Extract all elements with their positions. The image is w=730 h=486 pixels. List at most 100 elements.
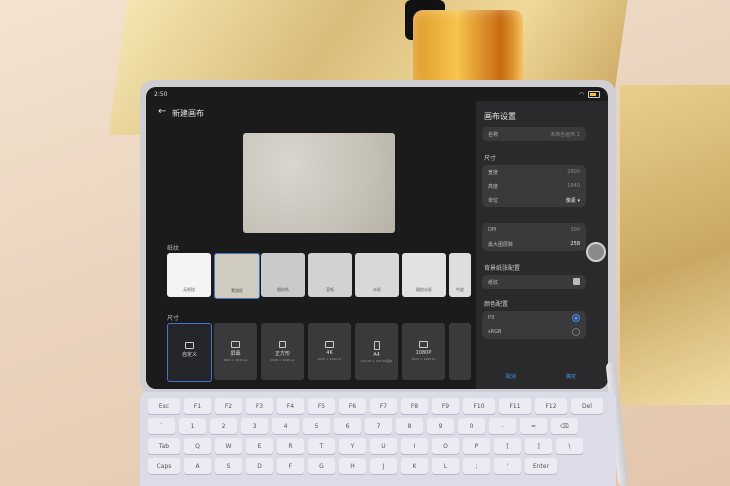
- size-label: 自定义: [181, 352, 197, 358]
- keyboard-key[interactable]: T: [308, 438, 335, 454]
- keyboard-key[interactable]: 4: [272, 418, 299, 434]
- size-option[interactable]: 4K 4096 × 2160 px: [308, 323, 351, 380]
- color-option-srgb[interactable]: sRGB: [482, 325, 586, 339]
- keyboard-key[interactable]: F10: [463, 398, 495, 414]
- keyboard-key[interactable]: F11: [499, 398, 531, 414]
- size-option-selected[interactable]: 自定义: [167, 323, 212, 382]
- keyboard-key[interactable]: F9: [432, 398, 459, 414]
- dpi-label: DPI: [488, 227, 497, 233]
- keyboard-key[interactable]: Q: [184, 438, 211, 454]
- size-option[interactable]: A4 210.00 × 297.00毫米: [355, 323, 398, 380]
- keyboard-key[interactable]: 6: [334, 418, 361, 434]
- cancel-button[interactable]: 取消: [506, 373, 516, 380]
- keyboard-key[interactable]: J: [370, 458, 397, 474]
- texture-option-selected[interactable]: 素描纸: [214, 253, 260, 299]
- keyboard-key[interactable]: ;: [463, 458, 490, 474]
- keyboard-key[interactable]: I: [401, 438, 428, 454]
- texture-option[interactable]: 水彩: [355, 253, 399, 297]
- color-option-p3[interactable]: P3: [482, 311, 586, 325]
- size-option[interactable]: 1080P 1920 × 1080 px: [402, 323, 445, 380]
- keyboard-key[interactable]: 5: [303, 418, 330, 434]
- dpi-row[interactable]: DPI 300: [482, 223, 586, 237]
- width-row[interactable]: 宽度 2800: [482, 165, 586, 179]
- radio-icon[interactable]: [572, 328, 580, 336]
- texture-option[interactable]: 牛皮: [449, 253, 471, 297]
- size-dimensions: 4096 × 2160 px: [317, 357, 342, 361]
- texture-option[interactable]: 无纸纹: [167, 253, 211, 297]
- keyboard-key[interactable]: W: [215, 438, 242, 454]
- keyboard-key[interactable]: -: [489, 418, 516, 434]
- keyboard-key[interactable]: 2: [210, 418, 237, 434]
- texture-option[interactable]: 粗纹纸: [261, 253, 305, 297]
- size-dimensions: 2048 × 2048 px: [270, 358, 295, 362]
- size-option[interactable]: [449, 323, 471, 380]
- keyboard-key[interactable]: 7: [365, 418, 392, 434]
- size-label: 1080P: [415, 350, 432, 356]
- height-row[interactable]: 高度 1840: [482, 179, 586, 193]
- texture-option[interactable]: 宣纸: [308, 253, 352, 297]
- max-layers-row[interactable]: 最大图层数 258: [482, 237, 586, 251]
- keyboard-key[interactable]: 3: [241, 418, 268, 434]
- keyboard-key[interactable]: O: [432, 438, 459, 454]
- keyboard-key[interactable]: F8: [401, 398, 428, 414]
- size-label: 屏幕: [230, 351, 241, 357]
- keyboard-key[interactable]: Y: [339, 438, 366, 454]
- name-field[interactable]: 名称 未命名画布 1: [482, 127, 586, 141]
- keyboard-key[interactable]: H: [339, 458, 366, 474]
- keyboard-key[interactable]: 1: [179, 418, 206, 434]
- keyboard-key[interactable]: 9: [427, 418, 454, 434]
- keyboard-key[interactable]: Tab: [148, 438, 180, 454]
- size-label: 正方形: [274, 351, 290, 357]
- keyboard-key[interactable]: F12: [535, 398, 567, 414]
- radio-selected-icon[interactable]: [572, 314, 580, 322]
- size-heading: 尺寸: [484, 155, 497, 162]
- keyboard-key[interactable]: S: [215, 458, 242, 474]
- keyboard-key[interactable]: =: [520, 418, 547, 434]
- background-field[interactable]: 纸纹: [482, 275, 586, 289]
- keyboard-key[interactable]: R: [277, 438, 304, 454]
- keyboard-row-numbers: ` 1 2 3 4 5 6 7 8 9 0- = ⌫: [148, 418, 578, 434]
- keyboard-key[interactable]: \: [556, 438, 583, 454]
- size-option[interactable]: 正方形 2048 × 2048 px: [261, 323, 304, 380]
- keyboard-key[interactable]: F3: [246, 398, 273, 414]
- keyboard-key[interactable]: G: [308, 458, 335, 474]
- size-option[interactable]: 屏幕 2800 × 1840 px: [214, 323, 257, 380]
- keyboard-key[interactable]: [: [494, 438, 521, 454]
- keyboard-key[interactable]: F1: [184, 398, 211, 414]
- keyboard-key[interactable]: F2: [215, 398, 242, 414]
- keyboard-key[interactable]: `: [148, 418, 175, 434]
- confirm-button[interactable]: 确定: [566, 373, 576, 380]
- keyboard-key[interactable]: Esc: [148, 398, 180, 414]
- keyboard-key[interactable]: ': [494, 458, 521, 474]
- keyboard-key[interactable]: A: [184, 458, 211, 474]
- keyboard-key[interactable]: ⌫: [551, 418, 578, 434]
- keyboard-key[interactable]: F6: [339, 398, 366, 414]
- keyboard-key[interactable]: U: [370, 438, 397, 454]
- keyboard-key[interactable]: L: [432, 458, 459, 474]
- unit-row[interactable]: 单位 像素 ▾: [482, 193, 586, 207]
- keyboard-key[interactable]: E: [246, 438, 273, 454]
- keyboard-key[interactable]: Del: [571, 398, 603, 414]
- keyboard-key[interactable]: ]: [525, 438, 552, 454]
- back-arrow-icon[interactable]: ←: [158, 107, 168, 117]
- floating-assistant-button[interactable]: [586, 242, 606, 262]
- keyboard-key[interactable]: D: [246, 458, 273, 474]
- keyboard-key[interactable]: K: [401, 458, 428, 474]
- keyboard-key[interactable]: F5: [308, 398, 335, 414]
- size-dimensions: 210.00 × 297.00毫米: [360, 359, 393, 363]
- texture-section-label: 纸纹: [167, 245, 180, 252]
- texture-option[interactable]: 粗纹水彩: [402, 253, 446, 297]
- keyboard-key[interactable]: Caps: [148, 458, 180, 474]
- keyboard-key[interactable]: 0: [458, 418, 485, 434]
- keyboard-key[interactable]: 8: [396, 418, 423, 434]
- keyboard-key[interactable]: F4: [277, 398, 304, 414]
- keyboard-key[interactable]: F: [277, 458, 304, 474]
- tablet-screen: 2:50 ◠ ← 新建画布 纸纹 无纸纹 素描纸 粗纹纸 宣纸 水彩 粗纹水彩 …: [146, 87, 608, 389]
- perfume-bottle: [413, 10, 523, 90]
- keyboard-key[interactable]: Enter: [525, 458, 557, 474]
- rectangle-icon: [185, 342, 194, 349]
- keyboard-key[interactable]: F7: [370, 398, 397, 414]
- size-dimensions: 1920 × 1080 px: [411, 357, 436, 361]
- keyboard-key[interactable]: P: [463, 438, 490, 454]
- page-title: 新建画布: [172, 109, 204, 118]
